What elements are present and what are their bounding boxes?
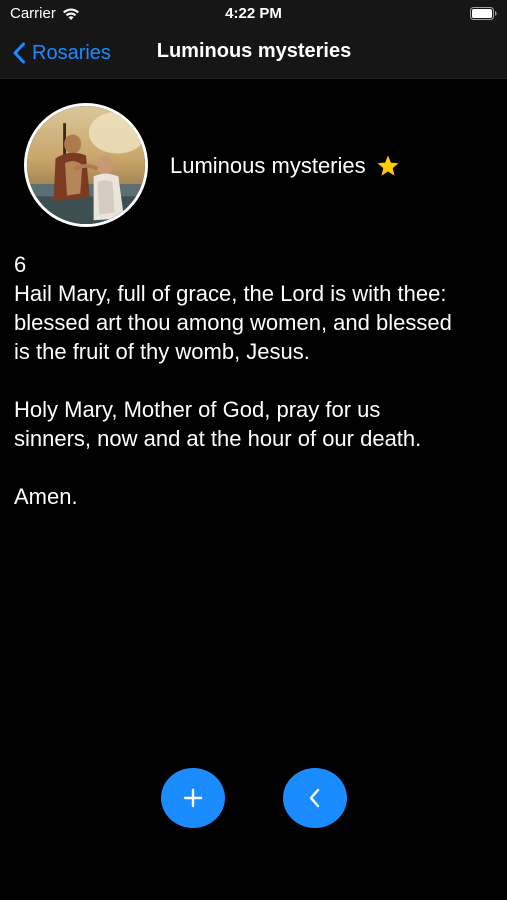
prayer-amen: Amen. bbox=[14, 484, 78, 509]
prayer-line: sinners, now and at the hour of our deat… bbox=[14, 426, 422, 451]
prayer-spacer bbox=[14, 366, 499, 395]
action-row bbox=[0, 768, 507, 830]
star-icon[interactable] bbox=[376, 154, 400, 178]
prayer-line: Hail Mary, full of grace, the Lord is wi… bbox=[14, 281, 447, 306]
status-bar: Carrier 4:22 PM bbox=[0, 0, 507, 28]
mystery-title-text: Luminous mysteries bbox=[170, 153, 366, 178]
mystery-header: Luminous mysteries bbox=[24, 103, 484, 227]
prayer-line: is the fruit of thy womb, Jesus. bbox=[14, 339, 310, 364]
prayer-spacer bbox=[14, 453, 499, 482]
mystery-image bbox=[24, 103, 148, 227]
chevron-left-icon bbox=[309, 788, 320, 808]
plus-icon bbox=[183, 788, 203, 808]
prayer-count: 6 bbox=[14, 252, 27, 277]
previous-button[interactable] bbox=[283, 768, 347, 828]
screen: Carrier 4:22 PM Rosaries Luminous myster… bbox=[0, 0, 507, 900]
add-button[interactable] bbox=[161, 768, 225, 828]
status-time: 4:22 PM bbox=[225, 5, 282, 22]
prayer-line: Holy Mary, Mother of God, pray for us bbox=[14, 397, 381, 422]
navigation-bar: Rosaries Luminous mysteries bbox=[0, 28, 507, 79]
mystery-title: Luminous mysteries bbox=[170, 153, 400, 179]
prayer-line: blessed art thou among women, and blesse… bbox=[14, 310, 452, 335]
baptism-painting bbox=[27, 106, 145, 224]
battery-icon bbox=[470, 7, 497, 20]
nav-title: Luminous mysteries bbox=[156, 40, 352, 62]
prayer-text: 6 Hail Mary, full of grace, the Lord is … bbox=[14, 250, 499, 511]
